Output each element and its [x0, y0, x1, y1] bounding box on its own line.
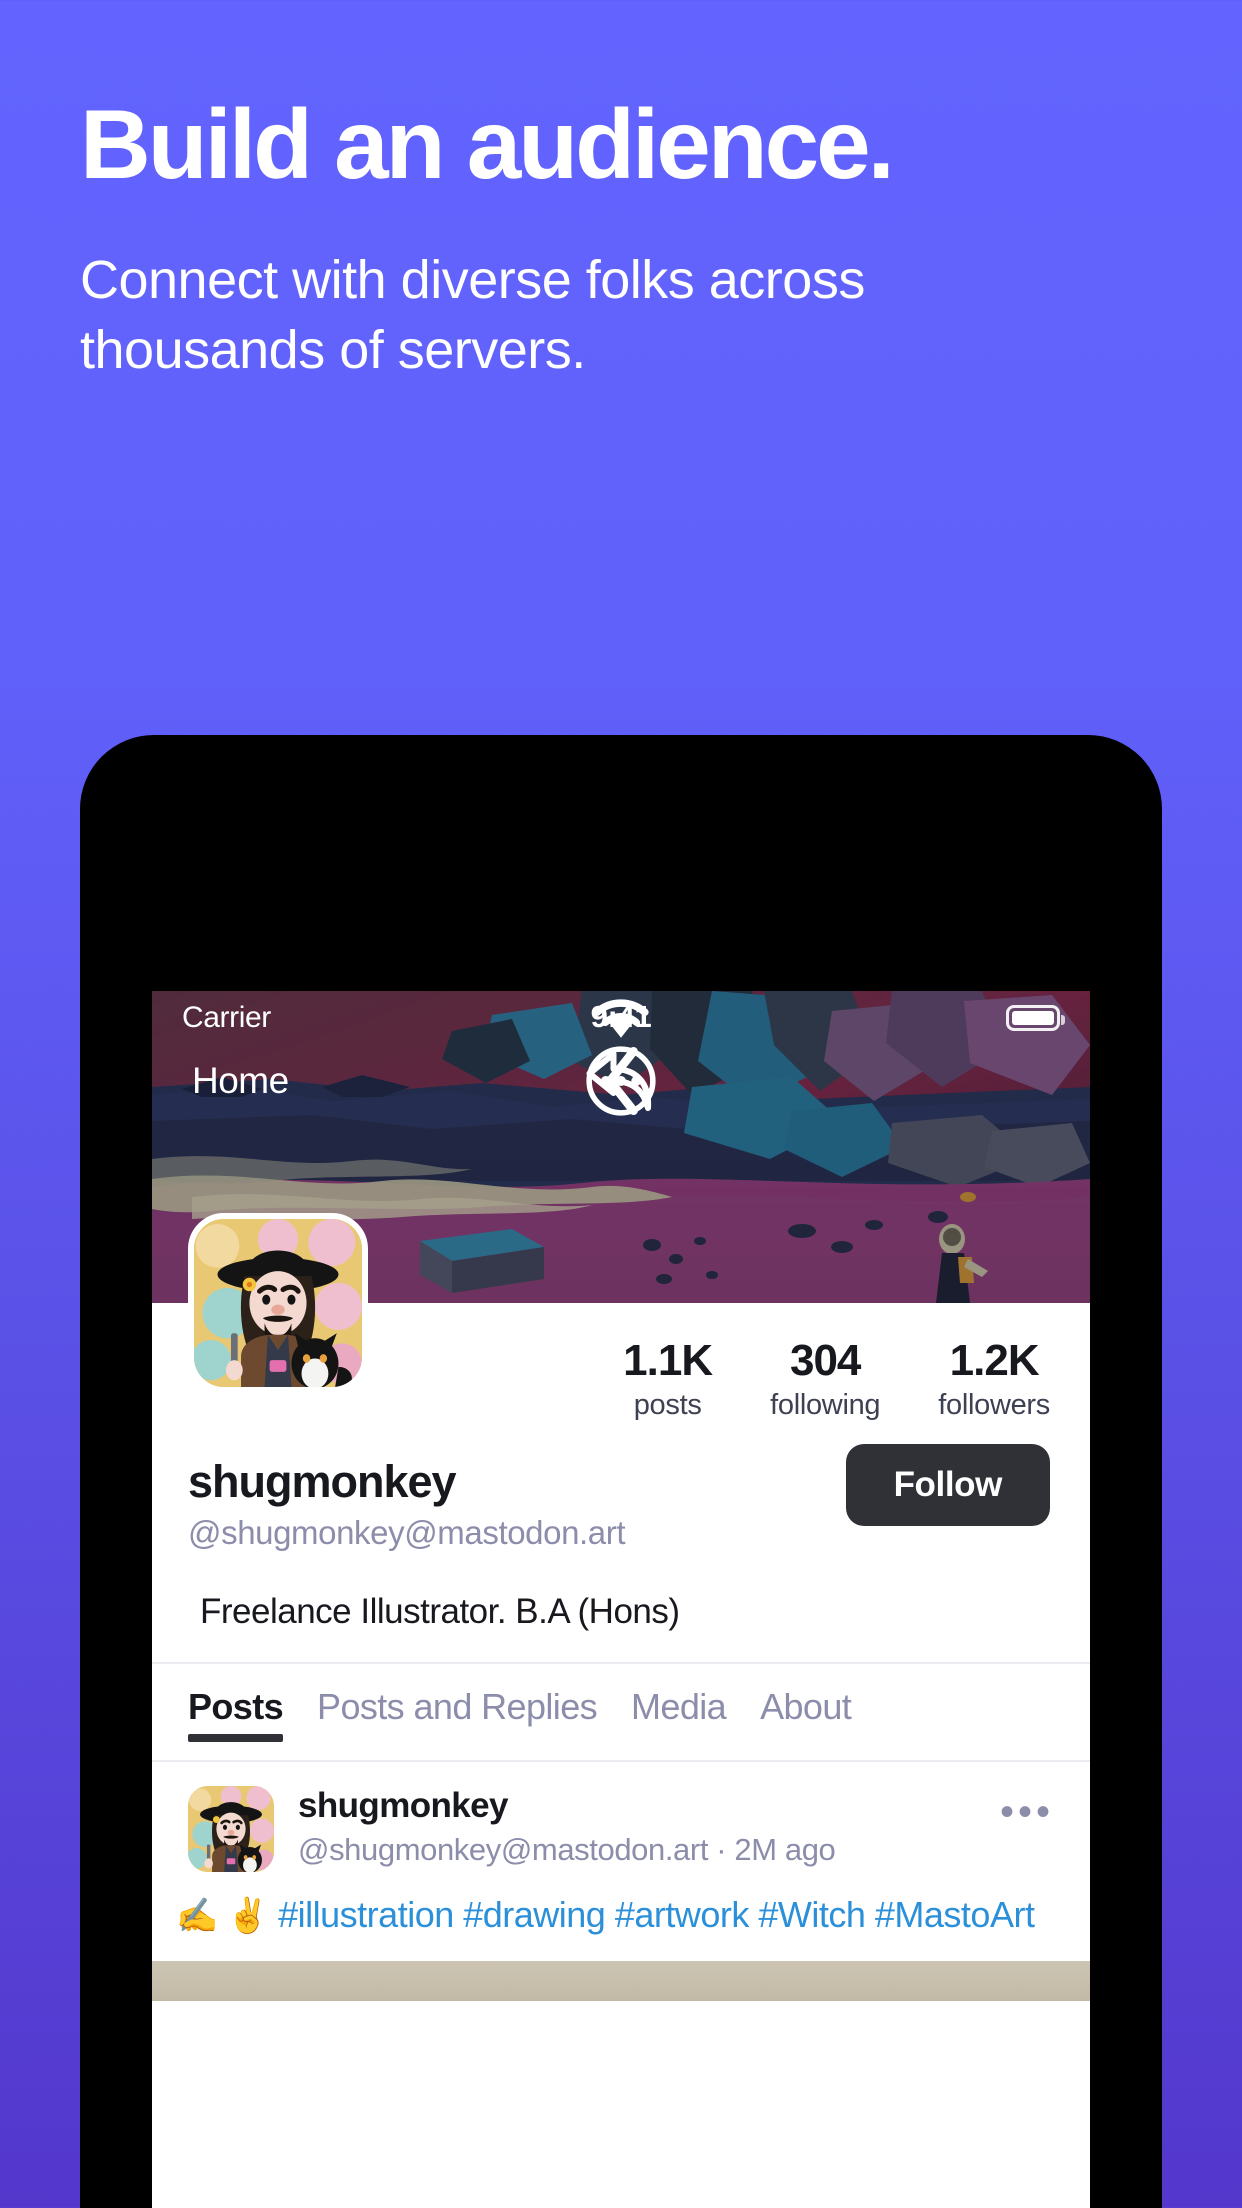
promo-block: Build an audience. Connect with diverse … — [80, 95, 1160, 385]
profile-identity: shugmonkey @shugmonkey@mastodon.art Foll… — [152, 1422, 1090, 1564]
post-content: ✍️ ✌️ #illustration #drawing #artwork #W… — [152, 1872, 1090, 1939]
profile-avatar — [194, 1219, 362, 1387]
stat-value: 1.1K — [623, 1336, 713, 1385]
stat-label: following — [770, 1389, 881, 1422]
tab-label: About — [760, 1686, 852, 1728]
post-hashtags[interactable]: #illustration #drawing #artwork #Witch #… — [278, 1894, 1035, 1935]
tab-about[interactable]: About — [760, 1686, 852, 1742]
tab-label: Posts — [188, 1686, 284, 1728]
phone-frame: Carrier 9:41 Home 1.1K posts 304 followi… — [80, 735, 1162, 2208]
stat-value: 304 — [789, 1336, 861, 1385]
identity-text: shugmonkey @shugmonkey@mastodon.art — [188, 1456, 846, 1552]
post-author-name: shugmonkey — [298, 1786, 508, 1826]
profile-tabs: Posts Posts and Replies Media About — [152, 1662, 1090, 1743]
tab-label: Posts and Replies — [317, 1686, 598, 1728]
more-horizontal-icon[interactable]: ••• — [1000, 1786, 1054, 1832]
post-handle-timestamp: @shugmonkey@mastodon.art · 2M ago — [298, 1832, 836, 1868]
status-bar: Carrier 9:41 — [152, 991, 1090, 1045]
tab-posts-and-replies[interactable]: Posts and Replies — [317, 1686, 598, 1742]
display-name: shugmonkey — [188, 1456, 457, 1508]
stat-label: posts — [633, 1389, 702, 1422]
tab-label: Media — [631, 1686, 727, 1728]
phone-screen: Carrier 9:41 Home 1.1K posts 304 followi… — [152, 991, 1090, 2208]
status-time: 9:41 — [590, 999, 652, 1034]
stat-following[interactable]: 304 following — [770, 1336, 881, 1422]
stat-label: followers — [938, 1389, 1050, 1422]
avatar[interactable] — [188, 1213, 368, 1393]
stat-value: 1.2K — [949, 1336, 1040, 1385]
status-right — [1006, 1005, 1065, 1031]
post-avatar-image — [188, 1786, 274, 1873]
stat-posts[interactable]: 1.1K posts — [623, 1336, 713, 1422]
post-item[interactable]: shugmonkey @shugmonkey@mastodon.art · 2M… — [152, 1760, 1090, 2001]
profile-bio: Freelance Illustrator. B.A (Hons) — [200, 1592, 680, 1632]
profile-section: 1.1K posts 304 following 1.2K followers … — [152, 1303, 1090, 2001]
page-title: Build an audience. — [80, 89, 895, 199]
stat-followers[interactable]: 1.2K followers — [938, 1336, 1050, 1422]
account-handle: @shugmonkey@mastodon.art — [188, 1514, 626, 1552]
post-avatar[interactable] — [188, 1786, 274, 1873]
nav-bar: Home — [152, 1045, 1090, 1117]
battery-full-icon — [1006, 1005, 1065, 1031]
tab-media[interactable]: Media — [631, 1686, 727, 1742]
post-emoji: ✍️ ✌️ — [176, 1897, 269, 1936]
post-header: shugmonkey @shugmonkey@mastodon.art · 2M… — [152, 1786, 1090, 1873]
post-meta: shugmonkey @shugmonkey@mastodon.art · 2M… — [298, 1786, 1000, 1868]
follow-button[interactable]: Follow — [845, 1444, 1050, 1527]
page-subtitle: Connect with diverse folks across thousa… — [80, 250, 865, 381]
tab-posts[interactable]: Posts — [188, 1686, 284, 1743]
post-media-attachment[interactable] — [152, 1960, 1090, 2001]
